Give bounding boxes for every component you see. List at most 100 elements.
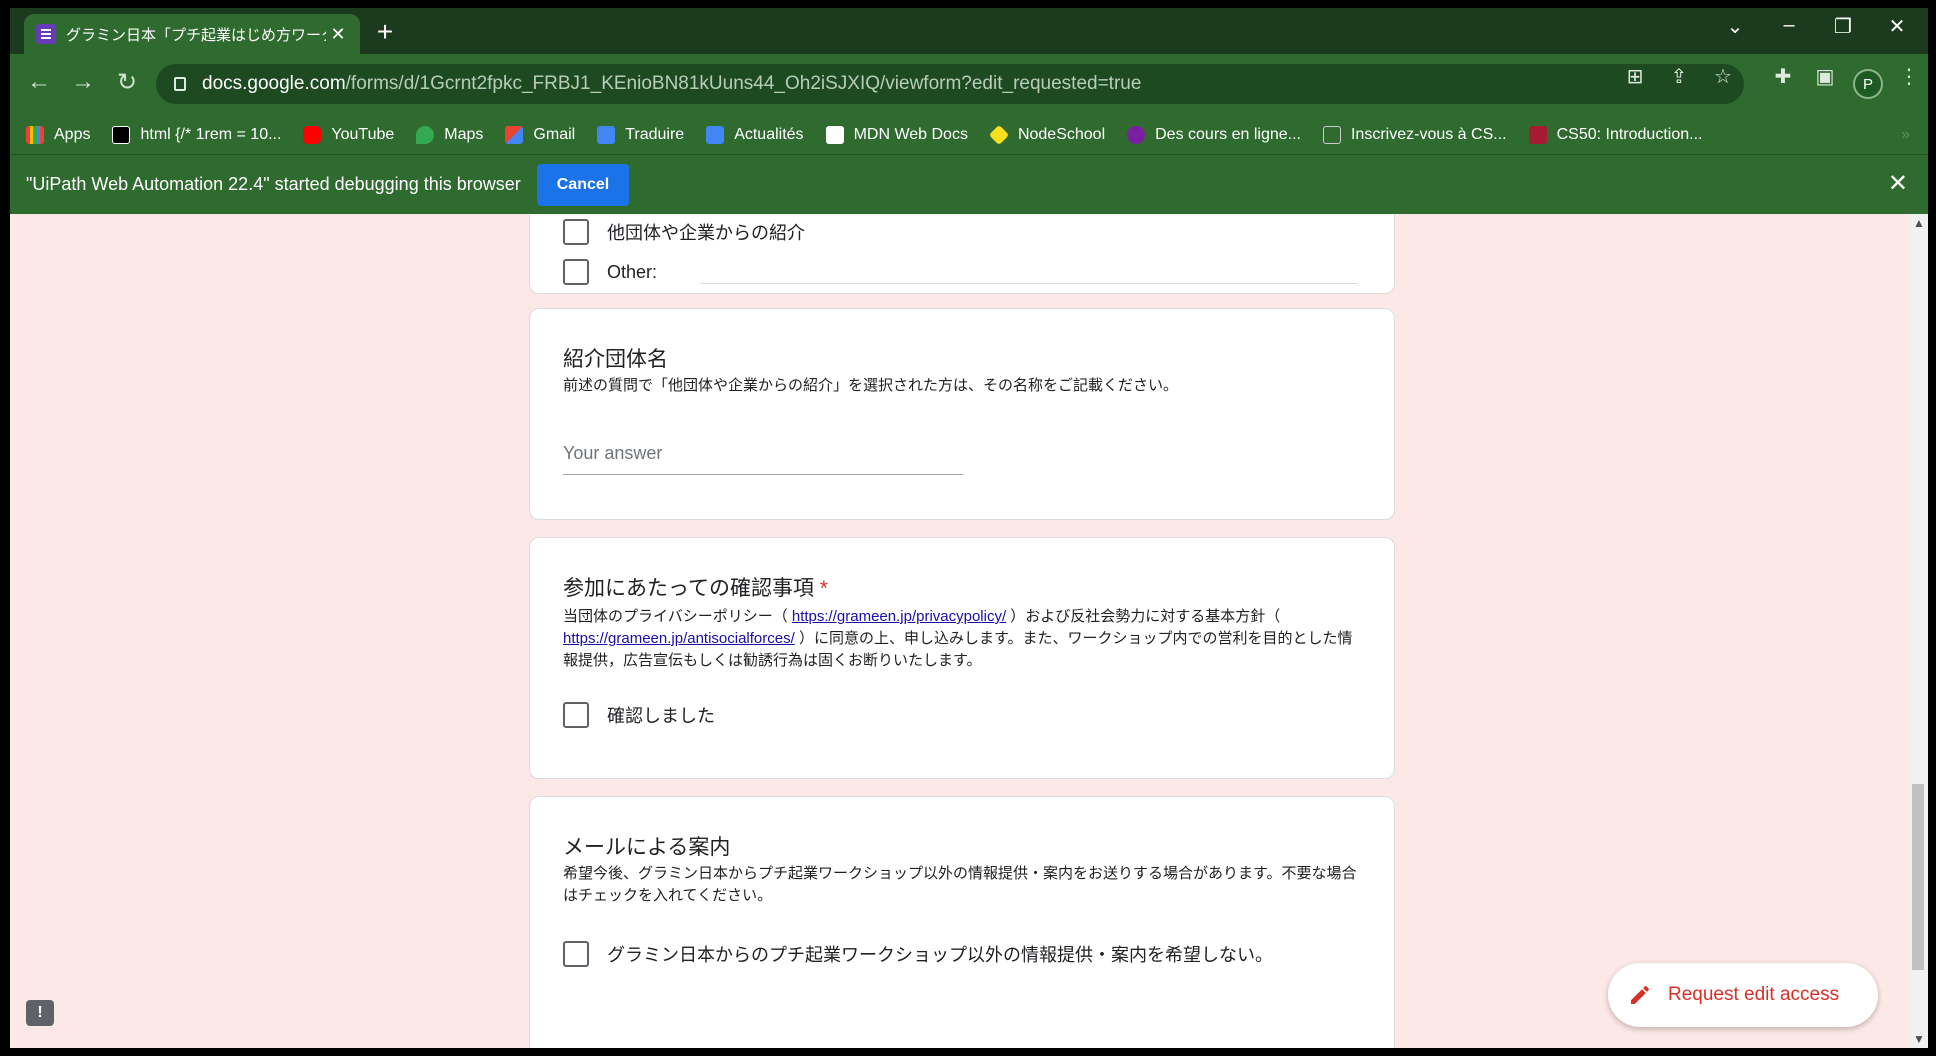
bookmark-label: NodeSchool — [1017, 126, 1106, 143]
translate-icon — [597, 126, 616, 144]
bookmark-label: CS50: Introduction... — [1556, 126, 1703, 143]
bookmark-cs50[interactable]: CS50: Introduction... — [1528, 126, 1703, 144]
bookmark-edx[interactable]: Inscrivez-vous à CS... — [1322, 126, 1507, 144]
scrollbar[interactable]: ▲ ▼ — [1908, 214, 1928, 1048]
url-host: docs.google.com — [202, 73, 346, 94]
bookmark-nodeschool[interactable]: NodeSchool — [988, 124, 1106, 146]
url-text[interactable]: docs.google.com/forms/d/1Gcrnt2fpkc_FRBJ… — [202, 73, 1141, 95]
question-title: メールによる案内 — [563, 836, 731, 859]
bookmark-label: Inscrivez-vous à CS... — [1350, 126, 1507, 143]
bookmark-label: Des cours en ligne... — [1155, 126, 1301, 143]
maps-icon — [416, 126, 435, 144]
edx-icon — [1322, 126, 1341, 144]
desc-text: 当団体のプライバシーポリシー（ — [563, 608, 792, 625]
extensions-icon[interactable]: ✚ — [1768, 64, 1798, 89]
gmail-icon — [505, 126, 524, 144]
checkbox-label: 確認しました — [607, 706, 715, 726]
antisocial-forces-link[interactable]: https://grameen.jp/antisocialforces/ — [563, 630, 795, 647]
scroll-down-icon[interactable]: ▼ — [1913, 1032, 1925, 1046]
bookmark-apps[interactable]: Apps — [26, 126, 90, 144]
required-mark: * — [819, 577, 828, 600]
nodeschool-icon — [988, 124, 1010, 146]
toolbar: ← → ↻ docs.google.com/forms/d/1Gcrnt2fpk… — [10, 54, 1928, 116]
cancel-button[interactable]: Cancel — [536, 163, 630, 206]
answer-placeholder: Your answer — [563, 443, 663, 463]
bookmark-maps[interactable]: Maps — [416, 126, 483, 144]
restore-icon[interactable]: ❐ — [1818, 14, 1868, 39]
bookmark-label: Maps — [444, 126, 484, 143]
tab-active[interactable]: グラミン日本「プチ起業はじめ方ワーク ✕ — [24, 14, 360, 54]
new-tab-button[interactable]: + — [370, 18, 400, 46]
bookmark-label: html {/* 1rem = 10... — [140, 126, 282, 143]
url-path: /forms/d/1Gcrnt2fpkc_FRBJ1_KEnioBN81kUun… — [345, 73, 1142, 94]
bookmark-mdn[interactable]: MDN Web Docs — [825, 126, 968, 144]
bookmark-actualites[interactable]: Actualités — [706, 126, 804, 144]
youtube-icon — [303, 126, 322, 144]
question-card-source: 他団体や企業からの紹介 Other: — [529, 214, 1395, 294]
apps-grid-icon — [26, 126, 44, 144]
scrollbar-thumb[interactable] — [1912, 784, 1924, 970]
question-description: 当団体のプライバシーポリシー（ https://grameen.jp/priva… — [563, 606, 1363, 672]
question-description: 前述の質問で「他団体や企業からの紹介」を選択された方は、その名称をご記載ください… — [563, 377, 1179, 394]
bookmark-traduire[interactable]: Traduire — [597, 126, 684, 144]
tab-title: グラミン日本「プチ起業はじめ方ワーク — [66, 26, 326, 44]
bookmark-dev[interactable]: html {/* 1rem = 10... — [112, 126, 281, 144]
checkbox-confirm[interactable]: 確認しました — [563, 702, 715, 728]
bookmark-cours[interactable]: Des cours en ligne... — [1127, 126, 1301, 144]
share-icon[interactable]: ⇪ — [1664, 64, 1694, 89]
bookmarks-more-icon[interactable]: » — [1901, 126, 1910, 144]
question-card-email: メールによる案内 希望今後、グラミン日本からプチ起業ワークショップ以外の情報提供… — [529, 796, 1395, 1048]
bookmark-gmail[interactable]: Gmail — [505, 126, 575, 144]
checkbox-option[interactable]: 他団体や企業からの紹介 — [563, 219, 805, 245]
answer-input[interactable]: Your answer — [563, 439, 963, 475]
checkbox-label: グラミン日本からのプチ起業ワークショップ以外の情報提供・案内を希望しない。 — [607, 945, 1273, 965]
other-input[interactable] — [700, 283, 1358, 284]
request-edit-access-label: Request edit access — [1668, 984, 1840, 1005]
question-card-confirmation: 参加にあたっての確認事項 * 当団体のプライバシーポリシー（ https://g… — [529, 537, 1395, 779]
forms-icon — [36, 24, 56, 44]
tab-close-icon[interactable]: ✕ — [328, 24, 348, 45]
scroll-up-icon[interactable]: ▲ — [1913, 216, 1925, 230]
sidepanel-icon[interactable]: ▣ — [1810, 64, 1840, 89]
checkbox-other[interactable]: Other: — [563, 259, 657, 285]
tab-search-icon[interactable]: ⌄ — [1710, 14, 1760, 39]
minimize-icon[interactable]: – — [1764, 14, 1814, 37]
question-title-text: 参加にあたっての確認事項 — [563, 577, 814, 600]
checkbox[interactable] — [563, 702, 589, 728]
form-page: 他団体や企業からの紹介 Other: 紹介団体名 前述の質問で「他団体や企業から… — [10, 214, 1908, 1048]
lock-icon[interactable] — [174, 77, 186, 91]
debug-message: "UiPath Web Automation 22.4" started deb… — [26, 174, 521, 194]
question-description: 希望今後、グラミン日本からプチ起業ワークショップ以外の情報提供・案内をお送りする… — [563, 865, 1357, 904]
checkbox[interactable] — [563, 259, 589, 285]
star-icon[interactable]: ☆ — [1708, 64, 1738, 89]
close-window-icon[interactable]: ✕ — [1872, 14, 1922, 39]
pencil-icon — [1631, 985, 1650, 1004]
translate-icon[interactable]: ⊞ — [1620, 64, 1650, 89]
checkbox[interactable] — [563, 219, 589, 245]
bookmark-youtube[interactable]: YouTube — [303, 126, 394, 144]
bookmark-label: Apps — [54, 126, 91, 143]
checkbox-label: 他団体や企業からの紹介 — [607, 223, 805, 243]
bookmark-label: Traduire — [625, 126, 685, 143]
desc-text: ）および反社会勢力に対する基本方針（ — [1006, 608, 1281, 625]
address-bar[interactable]: docs.google.com/forms/d/1Gcrnt2fpkc_FRBJ… — [156, 64, 1744, 104]
question-title: 紹介団体名 — [563, 348, 668, 371]
bookmark-label: Actualités — [734, 126, 804, 143]
udemy-icon — [1127, 126, 1146, 144]
bookmarks-bar: Apps html {/* 1rem = 10... YouTube Maps … — [10, 116, 1928, 154]
reload-icon[interactable]: ↻ — [110, 68, 144, 97]
privacy-policy-link[interactable]: https://grameen.jp/privacypolicy/ — [792, 608, 1006, 625]
request-edit-access-button[interactable]: Request edit access — [1608, 963, 1878, 1027]
back-icon[interactable]: ← — [22, 68, 56, 96]
infobar-close-icon[interactable]: ✕ — [1888, 169, 1908, 198]
debug-infobar: "UiPath Web Automation 22.4" started deb… — [10, 154, 1928, 214]
profile-avatar[interactable]: P — [1853, 69, 1883, 99]
checkbox-optout[interactable]: グラミン日本からのプチ起業ワークショップ以外の情報提供・案内を希望しない。 — [563, 941, 1273, 967]
checkbox[interactable] — [563, 941, 589, 967]
forward-icon[interactable]: → — [66, 68, 100, 96]
menu-icon[interactable]: ⋮ — [1894, 64, 1924, 89]
feedback-icon[interactable]: ! — [26, 1000, 54, 1026]
news-icon — [706, 126, 725, 144]
bookmark-label: YouTube — [331, 126, 395, 143]
title-bar: グラミン日本「プチ起業はじめ方ワーク ✕ + ⌄ – ❐ ✕ — [10, 8, 1928, 54]
